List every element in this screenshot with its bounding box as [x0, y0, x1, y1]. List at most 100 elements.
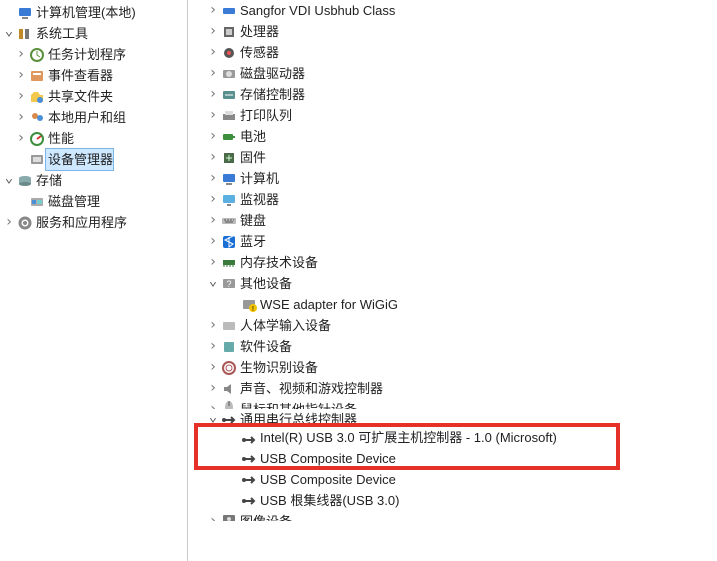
- tree-item[interactable]: ›键盘: [188, 210, 717, 231]
- expand-toggle[interactable]: ›: [206, 189, 220, 210]
- tree-item-label: 系统工具: [34, 23, 88, 44]
- tree-item[interactable]: ›共享文件夹: [0, 86, 187, 107]
- tree-item[interactable]: ›性能: [0, 128, 187, 149]
- usbctrl-icon: [240, 432, 258, 448]
- biometric-icon: [220, 360, 238, 376]
- tree-item-label: 传感器: [238, 42, 279, 63]
- firmware-icon: [220, 150, 238, 166]
- usbctrl-icon: [220, 412, 238, 428]
- tree-item[interactable]: › 电池: [188, 126, 717, 147]
- tree-item[interactable]: ›声音、视频和游戏控制器: [188, 378, 717, 399]
- tree-item-label: Intel(R) USB 3.0 可扩展主机控制器 - 1.0 (Microso…: [258, 430, 557, 448]
- tree-item[interactable]: ⌄通用串行总线控制器: [188, 409, 717, 430]
- expand-toggle[interactable]: ›: [206, 42, 220, 63]
- expand-toggle[interactable]: ›: [206, 511, 220, 521]
- tree-item[interactable]: › 软件设备: [188, 336, 717, 357]
- expand-toggle[interactable]: ›: [206, 357, 220, 378]
- usersgrp-icon: [28, 110, 46, 126]
- usbctrl-icon: [240, 472, 258, 488]
- tree-item[interactable]: ›固件: [188, 147, 717, 168]
- tree-item[interactable]: ⌄ 系统工具: [0, 23, 187, 44]
- diskmgmt-icon: [28, 194, 46, 210]
- expand-toggle[interactable]: ›: [14, 86, 28, 107]
- tree-item[interactable]: › 任务计划程序: [0, 44, 187, 65]
- expand-toggle[interactable]: ›: [206, 210, 220, 231]
- tree-item[interactable]: › 传感器: [188, 42, 717, 63]
- collapse-toggle[interactable]: ⌄: [2, 168, 16, 189]
- tree-item[interactable]: ›服务和应用程序: [0, 212, 187, 233]
- tree-item-label: 内存技术设备: [238, 252, 318, 273]
- expand-toggle[interactable]: ›: [14, 128, 28, 149]
- mouse-icon: [220, 399, 238, 409]
- tree-item[interactable]: ⌄?其他设备: [188, 273, 717, 294]
- tree-item[interactable]: USB Composite Device: [188, 469, 717, 490]
- tree-item-label: 存储: [34, 170, 62, 191]
- audio-icon: [220, 381, 238, 397]
- tree-item-label: 人体学输入设备: [238, 315, 331, 336]
- tree-item-label: 电池: [238, 126, 266, 147]
- collapse-toggle[interactable]: ⌄: [206, 271, 220, 292]
- expand-toggle[interactable]: ›: [206, 168, 220, 189]
- expand-toggle[interactable]: ›: [206, 105, 220, 126]
- expand-toggle[interactable]: ›: [14, 65, 28, 86]
- tree-item-label: 图像设备: [238, 511, 292, 521]
- expand-toggle[interactable]: ›: [206, 252, 220, 273]
- tree-item[interactable]: ⌄ 存储: [0, 170, 187, 191]
- collapse-toggle[interactable]: ⌄: [2, 21, 16, 42]
- tree-item[interactable]: ›事件查看器: [0, 65, 187, 86]
- tree-item[interactable]: › 打印队列: [188, 105, 717, 126]
- tree-item-label: 设备管理器: [46, 149, 113, 170]
- tree-item[interactable]: !WSE adapter for WiGiG: [188, 294, 717, 315]
- tree-item[interactable]: 计算机管理(本地): [0, 2, 187, 23]
- tree-item[interactable]: › 图像设备: [188, 511, 717, 521]
- tree-item[interactable]: ›计算机: [188, 168, 717, 189]
- tree-item[interactable]: 磁盘管理: [0, 191, 187, 212]
- expand-toggle[interactable]: ›: [206, 21, 220, 42]
- tree-item-label: Sangfor VDI Usbhub Class: [238, 0, 395, 21]
- expand-toggle[interactable]: ›: [206, 84, 220, 105]
- expand-toggle[interactable]: ›: [206, 147, 220, 168]
- collapse-toggle[interactable]: ⌄: [206, 407, 220, 428]
- tree-item[interactable]: ›监视器: [188, 189, 717, 210]
- expand-toggle[interactable]: ›: [206, 315, 220, 336]
- svg-text:?: ?: [226, 279, 231, 289]
- tree-item-label: 任务计划程序: [46, 44, 126, 65]
- tree-item[interactable]: ›磁盘驱动器: [188, 63, 717, 84]
- expand-toggle[interactable]: ›: [2, 212, 16, 233]
- tree-item-label: 本地用户和组: [46, 107, 126, 128]
- other-icon: ?: [220, 276, 238, 292]
- expand-toggle[interactable]: ›: [206, 63, 220, 84]
- tree-item[interactable]: ›处理器: [188, 21, 717, 42]
- printq-icon: [220, 108, 238, 124]
- device-tree[interactable]: ›Sangfor VDI Usbhub Class›处理器›传感器›磁盘驱动器›…: [188, 0, 717, 561]
- expand-toggle[interactable]: ›: [206, 378, 220, 399]
- left-nav-tree[interactable]: 计算机管理(本地)⌄系统工具›任务计划程序›事件查看器›共享文件夹›本地用户和组…: [0, 0, 188, 561]
- tree-item[interactable]: › 人体学输入设备: [188, 315, 717, 336]
- tree-item[interactable]: ›生物识别设备: [188, 357, 717, 378]
- tree-item[interactable]: › Sangfor VDI Usbhub Class: [188, 0, 717, 21]
- expand-toggle[interactable]: ›: [14, 107, 28, 128]
- tree-item[interactable]: ›存储控制器: [188, 84, 717, 105]
- tree-item[interactable]: 设备管理器: [0, 149, 187, 170]
- tree-item[interactable]: ›蓝牙: [188, 231, 717, 252]
- storage-icon: [16, 173, 34, 189]
- expand-toggle[interactable]: ›: [14, 44, 28, 65]
- tree-item[interactable]: Intel(R) USB 3.0 可扩展主机控制器 - 1.0 (Microso…: [188, 430, 717, 448]
- tree-item-label: 鼠标和其他指针设备: [238, 399, 357, 409]
- tree-item[interactable]: USB 根集线器(USB 3.0): [188, 490, 717, 511]
- computer2-icon: [220, 171, 238, 187]
- expand-toggle[interactable]: ›: [206, 336, 220, 357]
- tree-item-label: 计算机管理(本地): [34, 2, 136, 23]
- tree-item[interactable]: › 内存技术设备: [188, 252, 717, 273]
- expand-toggle[interactable]: ›: [206, 126, 220, 147]
- tree-item-label: 软件设备: [238, 336, 292, 357]
- tree-item-label: USB Composite Device: [258, 469, 396, 490]
- tree-item[interactable]: USB Composite Device: [188, 448, 717, 469]
- ram-icon: [220, 255, 238, 271]
- expand-toggle[interactable]: ›: [206, 0, 220, 21]
- tree-item[interactable]: › 本地用户和组: [0, 107, 187, 128]
- tree-item[interactable]: ›鼠标和其他指针设备: [188, 399, 717, 409]
- sensor-icon: [220, 45, 238, 61]
- tree-item-label: 打印队列: [238, 105, 292, 126]
- expand-toggle[interactable]: ›: [206, 231, 220, 252]
